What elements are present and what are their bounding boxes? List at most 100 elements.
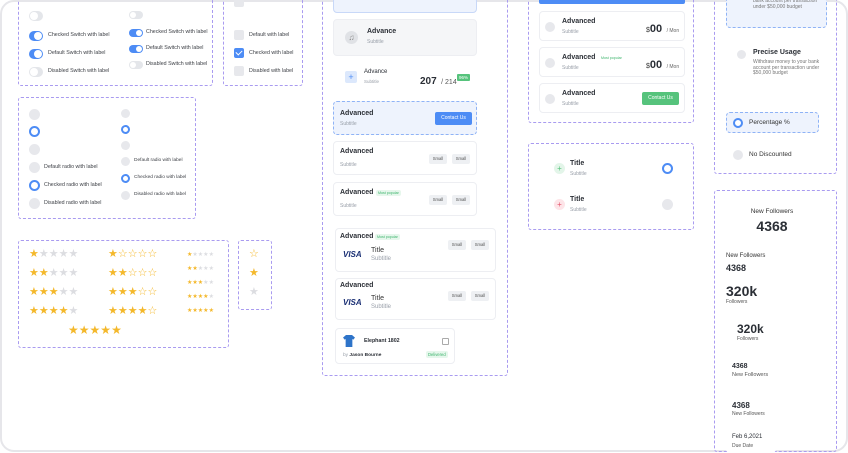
star-filled-icon[interactable]: ★ bbox=[39, 286, 49, 298]
small-button[interactable]: Small bbox=[448, 291, 466, 301]
price-row-1[interactable]: Advanced Subtitle $00 / Mon bbox=[539, 11, 685, 41]
radio-checked[interactable] bbox=[29, 180, 40, 191]
star-filled-icon[interactable]: ★ bbox=[249, 268, 259, 279]
star-filled-icon[interactable]: ★ bbox=[29, 248, 39, 260]
precise-usage-radio[interactable] bbox=[737, 50, 746, 59]
percentage-option[interactable]: Percentage % bbox=[726, 112, 819, 133]
star-filled-icon[interactable]: ★ bbox=[108, 286, 118, 298]
star-empty-icon[interactable]: ★ bbox=[69, 267, 79, 279]
star-filled-icon[interactable]: ★ bbox=[39, 305, 49, 317]
star-empty-icon[interactable]: ★ bbox=[49, 248, 59, 260]
star-empty-icon[interactable]: ☆ bbox=[138, 286, 148, 298]
star-empty-icon[interactable]: ★ bbox=[209, 294, 214, 300]
price-row-2-radio[interactable] bbox=[545, 58, 555, 68]
star-empty-icon[interactable]: ☆ bbox=[148, 305, 158, 317]
title-option-2[interactable]: + Title Subtitle bbox=[543, 188, 683, 220]
small-button[interactable]: Small bbox=[452, 195, 470, 205]
title-option-1[interactable]: + Title Subtitle bbox=[543, 152, 683, 184]
star-filled-icon[interactable]: ★ bbox=[29, 305, 39, 317]
star-empty-icon[interactable]: ☆ bbox=[148, 248, 158, 260]
star-filled-icon[interactable]: ★ bbox=[118, 286, 128, 298]
rating-row-solid[interactable]: ★★★★★ bbox=[29, 249, 78, 260]
star-disabled-icon[interactable]: ★ bbox=[249, 287, 259, 298]
small-buttons-card-2[interactable]: Advanced Most popular Subtitle Small Sma… bbox=[333, 182, 477, 216]
switch-small-disabled[interactable] bbox=[129, 61, 143, 69]
star-filled-icon[interactable]: ★ bbox=[128, 286, 138, 298]
radio-default[interactable] bbox=[29, 162, 40, 173]
star-empty-icon[interactable]: ☆ bbox=[138, 267, 148, 279]
precise-usage-option[interactable]: Precise Usage Withdraw money to your ban… bbox=[726, 39, 827, 89]
radio-plain-1[interactable] bbox=[29, 109, 40, 120]
checkbox-checked[interactable] bbox=[234, 48, 244, 58]
star-filled-icon[interactable]: ★ bbox=[128, 305, 138, 317]
star-filled-icon[interactable]: ★ bbox=[68, 323, 79, 337]
star-filled-icon[interactable]: ★ bbox=[138, 305, 148, 317]
radio-plain-2[interactable] bbox=[29, 144, 40, 155]
radio-small-plain-checked[interactable] bbox=[121, 125, 130, 134]
rating-row-solid[interactable]: ★★★★★ bbox=[29, 268, 78, 279]
star-filled-icon[interactable]: ★ bbox=[39, 267, 49, 279]
rating-row-outline[interactable]: ★★☆☆☆ bbox=[108, 268, 157, 279]
small-buttons-card-1[interactable]: Advanced Subtitle Small Small bbox=[333, 141, 477, 175]
checkbox-disabled[interactable] bbox=[234, 66, 244, 76]
star-empty-icon[interactable]: ★ bbox=[69, 305, 79, 317]
star-filled-icon[interactable]: ★ bbox=[118, 305, 128, 317]
star-empty-icon[interactable]: ★ bbox=[209, 252, 214, 258]
percentage-radio[interactable] bbox=[733, 118, 743, 128]
star-empty-icon[interactable]: ☆ bbox=[148, 267, 158, 279]
rating-row-solid[interactable]: ★★★★★ bbox=[29, 306, 78, 317]
rating-row-tiny[interactable]: ★★★★★ bbox=[187, 266, 214, 272]
rating-row-tiny[interactable]: ★★★★★ bbox=[187, 252, 214, 258]
small-button[interactable]: Small bbox=[448, 240, 466, 250]
price-row-1-radio[interactable] bbox=[545, 22, 555, 32]
radio-small-plain-1[interactable] bbox=[121, 109, 130, 118]
switch-top-partial[interactable] bbox=[29, 11, 43, 21]
radio-disabled[interactable] bbox=[29, 198, 40, 209]
contact-us-button[interactable]: Contact Us bbox=[642, 92, 679, 105]
star-filled-icon[interactable]: ★ bbox=[29, 267, 39, 279]
price-row-2[interactable]: Advanced Most popular Subtitle $00 / Mon bbox=[539, 47, 685, 77]
small-button[interactable]: Small bbox=[452, 154, 470, 164]
switch-checked[interactable] bbox=[29, 31, 43, 41]
title-option-2-radio[interactable] bbox=[662, 199, 673, 210]
star-filled-icon[interactable]: ★ bbox=[59, 305, 69, 317]
radio-small-plain-2[interactable] bbox=[121, 141, 130, 150]
star-empty-icon[interactable]: ☆ bbox=[118, 248, 128, 260]
star-empty-icon[interactable]: ★ bbox=[69, 248, 79, 260]
star-filled-icon[interactable]: ★ bbox=[118, 267, 128, 279]
checkbox-default[interactable] bbox=[234, 30, 244, 40]
star-filled-icon[interactable]: ★ bbox=[90, 323, 101, 337]
star-empty-icon[interactable]: ☆ bbox=[128, 267, 138, 279]
rating-row-tiny[interactable]: ★★★★★ bbox=[187, 294, 214, 300]
small-button[interactable]: Small bbox=[429, 154, 447, 164]
top-selected-option[interactable]: bank account per transaction under $50,0… bbox=[726, 0, 827, 28]
rating-row-tiny[interactable]: ★★★★★ bbox=[187, 280, 214, 286]
small-button[interactable]: Small bbox=[471, 291, 489, 301]
radio-plain-checked[interactable] bbox=[29, 126, 40, 137]
star-empty-icon[interactable]: ★ bbox=[209, 280, 214, 286]
visa-card-1[interactable]: Advanced Most popular VISA Title Subtitl… bbox=[335, 228, 496, 272]
progress-card[interactable]: + Advance Subtitle 207 / 214 96% bbox=[333, 61, 477, 91]
star-filled-icon[interactable]: ★ bbox=[108, 305, 118, 317]
rating-row-outline[interactable]: ★★★★☆ bbox=[108, 306, 157, 317]
star-empty-icon[interactable]: ★ bbox=[39, 248, 49, 260]
star-filled-icon[interactable]: ★ bbox=[49, 305, 59, 317]
small-button[interactable]: Small bbox=[429, 195, 447, 205]
advance-card[interactable]: ♫ Advance Subtitle bbox=[333, 19, 477, 56]
star-empty-icon[interactable]: ★ bbox=[49, 267, 59, 279]
switch-small-default[interactable] bbox=[129, 45, 143, 53]
star-filled-icon[interactable]: ★ bbox=[29, 286, 39, 298]
no-discount-option[interactable]: No Discounted bbox=[726, 144, 819, 165]
star-filled-icon[interactable]: ★ bbox=[49, 286, 59, 298]
rating-row-outline[interactable]: ★☆☆☆☆ bbox=[108, 249, 157, 260]
price-row-3[interactable]: Advanced Subtitle Contact Us bbox=[539, 83, 685, 113]
order-card[interactable]: Elephant 1802 by Jason Bourne Delivered bbox=[335, 328, 455, 364]
star-filled-icon[interactable]: ★ bbox=[108, 248, 118, 260]
star-filled-icon[interactable]: ★ bbox=[108, 267, 118, 279]
star-empty-icon[interactable]: ★ bbox=[59, 286, 69, 298]
contact-us-button[interactable]: Contact Us bbox=[435, 112, 472, 125]
price-row-3-radio[interactable] bbox=[545, 94, 555, 104]
switch-disabled[interactable] bbox=[29, 67, 43, 77]
switch-default[interactable] bbox=[29, 49, 43, 59]
copy-icon[interactable] bbox=[442, 338, 449, 345]
